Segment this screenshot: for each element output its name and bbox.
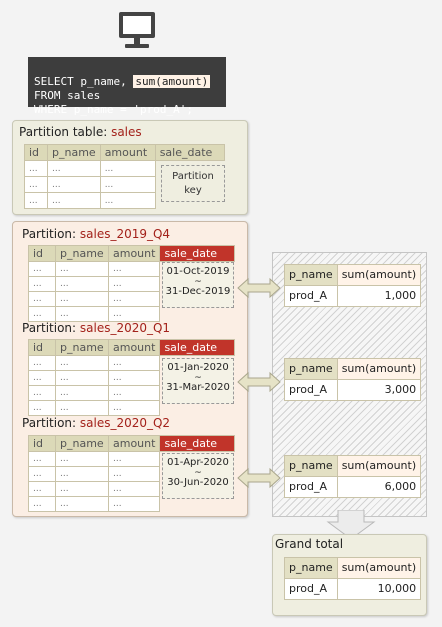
grand-total-title: Grand total [275, 537, 344, 551]
partition-table-panel: Partition table: sales id p_name amount … [12, 120, 248, 215]
table-row: prod_A 1,000 [284, 285, 422, 307]
result-3-table: p_name sum(amount) prod_A 6,000 [284, 455, 422, 498]
partition-3-title: Partition: sales_2020_Q2 [22, 416, 171, 430]
partition-3-range: 01-Apr-2020 ~ 30-Jun-2020 [162, 453, 234, 499]
double-arrow-icon-3 [237, 467, 281, 489]
partition-1-name: sales_2019_Q4 [79, 227, 171, 241]
sql-from: FROM sales [34, 89, 101, 102]
partition-2-range: 01-Jan-2020 ~ 31-Mar-2020 [162, 358, 234, 404]
monitor-icon [117, 10, 157, 50]
col-amount: amount [99, 144, 156, 161]
grand-total-table: p_name sum(amount) prod_A 10,000 [284, 557, 422, 600]
col-id: id [24, 144, 48, 161]
partition-table-label: Partition table: [19, 125, 112, 139]
partition-key-line1: Partition [172, 171, 214, 182]
partition-table-name: sales [111, 125, 142, 139]
partition-key-box: Partition key [161, 165, 225, 202]
sql-query: SELECT p_name, sum(amount) FROM sales WH… [28, 57, 226, 116]
col-sale-date: sale_date [154, 144, 225, 161]
sql-where: WHERE p_name = 'prod_A'; [34, 103, 193, 116]
result-2-table: p_name sum(amount) prod_A 3,000 [284, 358, 422, 401]
sql-select: SELECT p_name, [34, 75, 134, 88]
col-p-name: p_name [47, 144, 101, 161]
partition-table-title: Partition table: sales [19, 125, 142, 139]
table-row: prod_A 3,000 [284, 379, 422, 401]
table-row: ......... [28, 306, 235, 322]
sql-sum-highlight: sum(amount) [133, 75, 211, 88]
partition-1-title: Partition: sales_2019_Q4 [22, 227, 171, 241]
partition-key-line2: key [184, 185, 202, 196]
partition-2-title: Partition: sales_2020_Q1 [22, 321, 171, 335]
grand-total-panel: Grand total p_name sum(amount) prod_A 10,0… [272, 534, 427, 616]
partition-3-name: sales_2020_Q2 [79, 416, 171, 430]
table-row: prod_A 10,000 [284, 578, 422, 600]
result-1-table: p_name sum(amount) prod_A 1,000 [284, 264, 422, 307]
partition-2-name: sales_2020_Q1 [79, 321, 171, 335]
double-arrow-icon-2 [237, 371, 281, 393]
double-arrow-icon-1 [237, 277, 281, 299]
table-row: prod_A 6,000 [284, 476, 422, 498]
partition-1-range: 01-Oct-2019 ~ 31-Dec-2019 [162, 262, 234, 308]
